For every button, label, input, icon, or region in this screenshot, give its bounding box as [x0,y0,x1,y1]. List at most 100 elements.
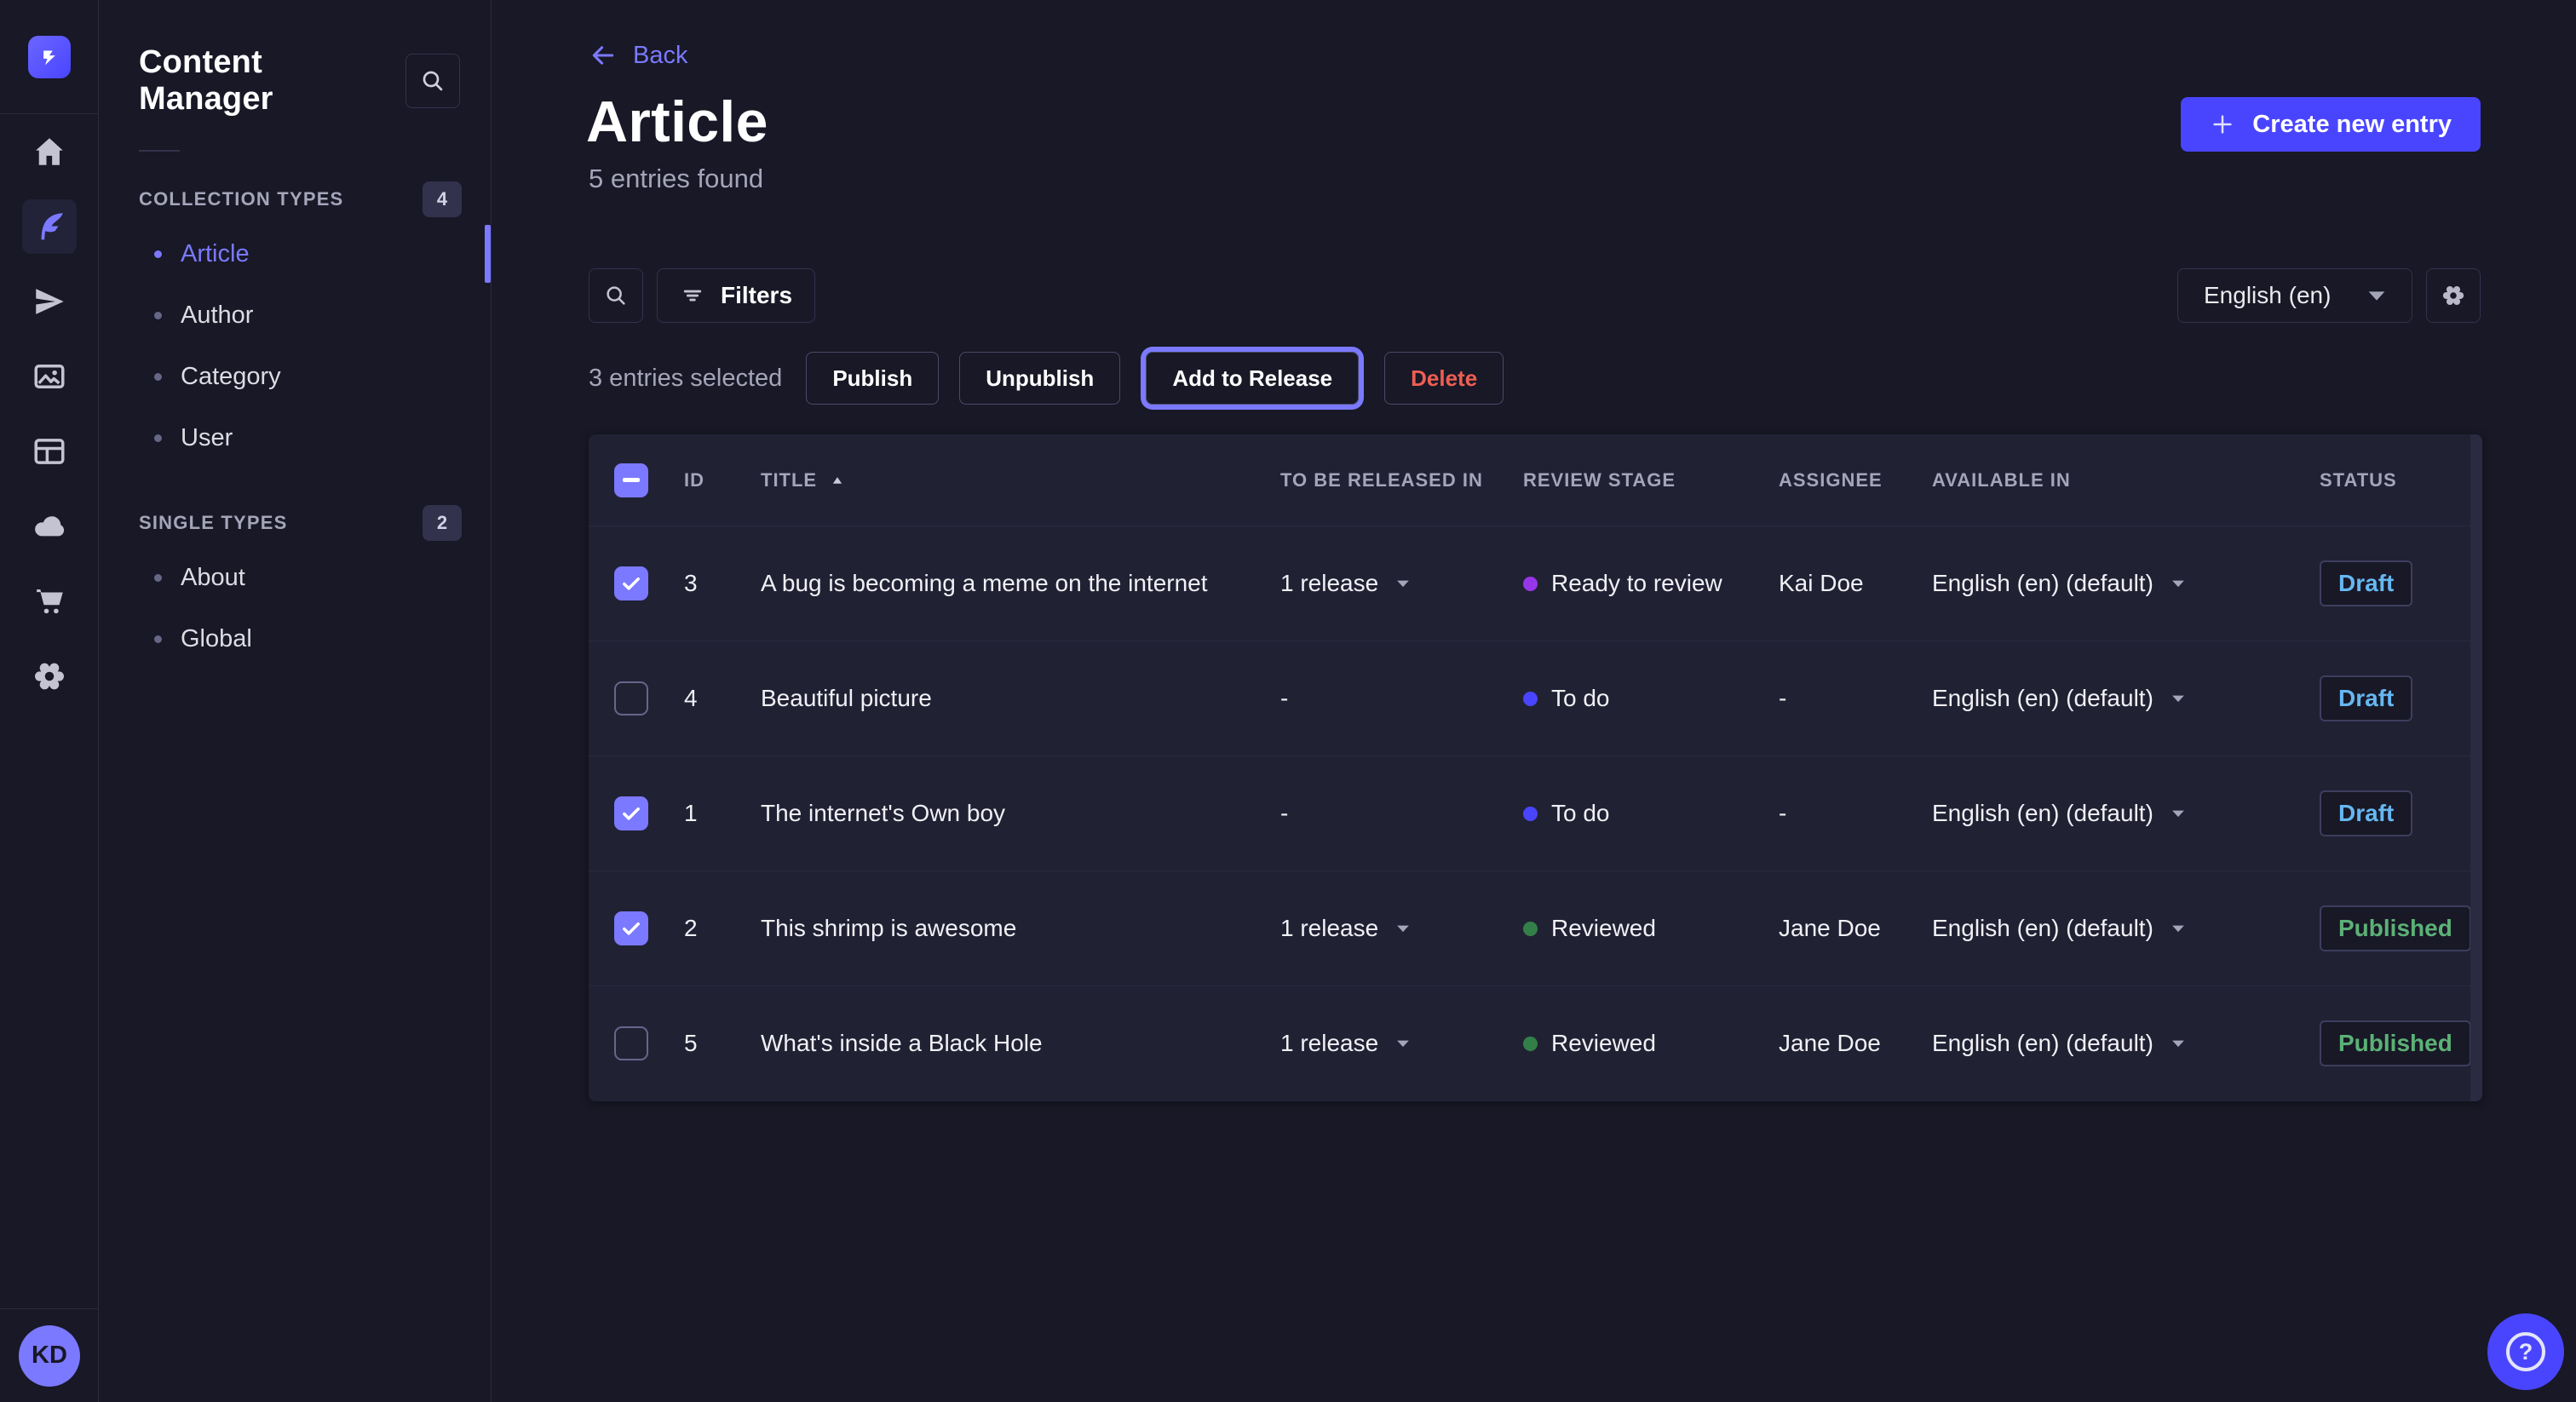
question-mark-icon: ? [2506,1332,2545,1371]
nav-content-type-builder[interactable] [0,414,99,489]
search-button[interactable] [589,268,643,323]
cell-id: 3 [674,570,750,597]
back-link[interactable]: Back [589,41,687,70]
cell-status: Draft [2309,560,2482,606]
table-row[interactable]: 3 A bug is becoming a meme on the intern… [589,526,2482,641]
home-icon [32,134,67,170]
table-row[interactable]: 5 What's inside a Black Hole 1 release R… [589,985,2482,1100]
column-header-title[interactable]: TITLE [750,469,1270,491]
table-row[interactable]: 2 This shrimp is awesome 1 release Revie… [589,871,2482,985]
chevron-down-icon [1394,1034,1412,1053]
cell-to-be-released-in[interactable]: 1 release [1270,915,1513,942]
create-new-entry-button[interactable]: Create new entry [2181,97,2481,152]
sidebar-item-article[interactable]: Article [100,223,491,284]
layout-icon [32,434,67,469]
nav-deploy[interactable] [0,489,99,564]
column-header-id[interactable]: ID [674,469,750,491]
column-header-review-stage[interactable]: REVIEW STAGE [1513,469,1768,491]
row-checkbox[interactable] [614,911,648,945]
sidebar-item-category[interactable]: Category [100,346,491,407]
section-count-badge: 2 [423,505,462,541]
section-label: COLLECTION TYPES [139,188,343,210]
cell-to-be-released-in[interactable]: 1 release [1270,570,1513,597]
column-header-status[interactable]: STATUS [2309,469,2482,491]
cell-to-be-released-in: - [1270,685,1513,712]
delete-button[interactable]: Delete [1384,352,1504,405]
chevron-down-icon [2364,283,2389,308]
nav-active-highlight [22,199,77,254]
unpublish-button[interactable]: Unpublish [959,352,1120,405]
cell-title: Beautiful picture [750,685,1270,712]
locale-select[interactable]: English (en) [2177,268,2412,323]
user-menu[interactable]: KD [0,1308,99,1402]
app-window: KD Content Manager COLLECTION TYPES 4 Ar… [0,0,2576,1402]
select-all-checkbox[interactable] [614,463,648,497]
locale-value: English (en) (default) [1932,915,2153,942]
nav-settings[interactable] [0,639,99,714]
filters-button[interactable]: Filters [657,268,815,323]
cell-available-in[interactable]: English (en) (default) [1922,570,2309,597]
table-row[interactable]: 4 Beautiful picture - To do - English (e… [589,641,2482,756]
cell-id: 2 [674,915,750,942]
sidebar-item-about[interactable]: About [100,547,491,608]
section-label: SINGLE TYPES [139,512,288,534]
section-single-types: SINGLE TYPES 2 About Global [100,499,491,669]
sidebar-item-label: Global [181,625,252,653]
table-scrollbar[interactable] [2470,434,2482,1101]
locale-value: English (en) [2204,282,2331,309]
column-header-assignee[interactable]: ASSIGNEE [1768,469,1922,491]
sidebar-search-button[interactable] [405,54,460,108]
nav-home[interactable] [0,114,99,189]
table-header-row: ID TITLE TO BE RELEASED IN REVIEW STAGE … [589,434,2482,526]
cloud-icon [32,509,67,544]
nav-content-manager[interactable] [0,189,99,264]
locale-value: English (en) (default) [1932,685,2153,712]
table-row[interactable]: 1 The internet's Own boy - To do - Engli… [589,756,2482,871]
cell-title: A bug is becoming a meme on the internet [750,570,1270,597]
arrow-left-icon [589,41,618,70]
add-to-release-button[interactable]: Add to Release [1146,352,1359,405]
sidebar-item-label: Category [181,363,281,391]
cell-available-in[interactable]: English (en) (default) [1922,915,2309,942]
gear-icon [32,658,67,694]
status-badge: Draft [2320,675,2412,721]
row-checkbox[interactable] [614,681,648,715]
nav-marketplace[interactable] [0,564,99,639]
column-header-available-in[interactable]: AVAILABLE IN [1922,469,2309,491]
cell-available-in[interactable]: English (en) (default) [1922,800,2309,827]
sort-asc-icon [829,472,846,489]
bullet-icon [154,434,162,442]
row-checkbox[interactable] [614,566,648,600]
avatar[interactable]: KD [19,1325,80,1387]
nav-releases[interactable] [0,264,99,339]
cell-review-stage: Ready to review [1513,570,1768,597]
cell-review-stage: To do [1513,800,1768,827]
back-label: Back [633,42,687,70]
sidebar-item-global[interactable]: Global [100,608,491,669]
bulk-actions-bar: 3 entries selected Publish Unpublish Add… [589,352,1504,405]
sidebar-item-user[interactable]: User [100,407,491,468]
cell-assignee: - [1768,685,1922,712]
cell-assignee: Jane Doe [1768,915,1922,942]
section-collection-types: COLLECTION TYPES 4 Article Author Catego… [100,175,491,468]
cell-title: This shrimp is awesome [750,915,1270,942]
help-button[interactable]: ? [2487,1313,2564,1390]
stage-dot [1523,807,1538,821]
column-header-to-be-released-in[interactable]: TO BE RELEASED IN [1270,469,1513,491]
nav-media-library[interactable] [0,339,99,414]
media-image-icon [32,359,67,394]
view-settings-button[interactable] [2426,268,2481,323]
sidebar-item-author[interactable]: Author [100,284,491,346]
strapi-logo-button[interactable] [0,0,98,114]
cell-available-in[interactable]: English (en) (default) [1922,685,2309,712]
row-checkbox[interactable] [614,1026,648,1060]
row-checkbox[interactable] [614,796,648,830]
cell-available-in[interactable]: English (en) (default) [1922,1030,2309,1057]
publish-button[interactable]: Publish [806,352,939,405]
stage-label: Reviewed [1551,1030,1656,1057]
cell-status: Draft [2309,790,2482,836]
cell-to-be-released-in[interactable]: 1 release [1270,1030,1513,1057]
check-icon [619,572,643,595]
release-value: - [1280,800,1288,827]
cell-review-stage: To do [1513,685,1768,712]
